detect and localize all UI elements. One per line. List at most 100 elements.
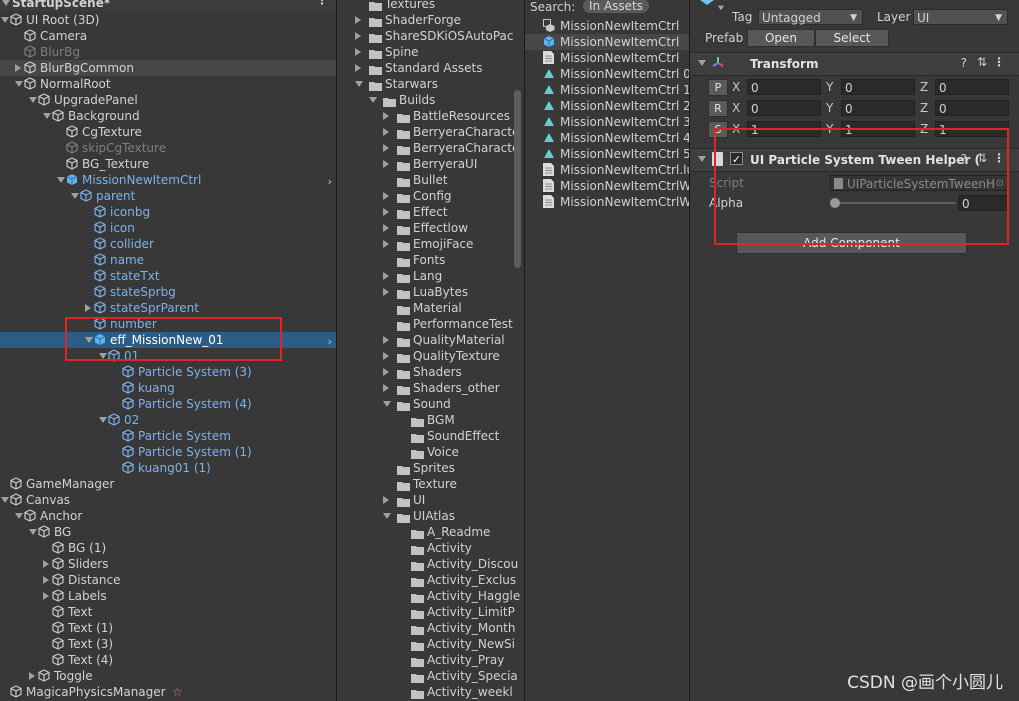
- expand-right-icon[interactable]: [43, 560, 49, 568]
- hierarchy-row[interactable]: MissionNewItemCtrl ›: [0, 172, 336, 188]
- hierarchy-row[interactable]: BG_Texture: [0, 156, 336, 172]
- hierarchy-row[interactable]: Particle System (1): [0, 444, 336, 460]
- expand-down-icon[interactable]: [1, 17, 9, 23]
- expand-down-icon[interactable]: [29, 97, 37, 103]
- hierarchy-row[interactable]: Sliders: [0, 556, 336, 572]
- folder-row[interactable]: Activity_Month: [337, 620, 524, 636]
- expand-right-icon[interactable]: [15, 64, 21, 72]
- hierarchy-row[interactable]: Toggle: [0, 668, 336, 684]
- hierarchy-row[interactable]: BG: [0, 524, 336, 540]
- asset-row[interactable]: MissionNewItemCtrl 2: [525, 98, 689, 114]
- expand-down-icon[interactable]: [43, 113, 51, 119]
- folder-row[interactable]: Voice: [337, 444, 524, 460]
- hierarchy-row[interactable]: kuang: [0, 380, 336, 396]
- expand-right-icon[interactable]: [43, 576, 49, 584]
- transform-y-field[interactable]: 0: [841, 79, 915, 95]
- hierarchy-row[interactable]: Text (3): [0, 636, 336, 652]
- hierarchy-row[interactable]: parent: [0, 188, 336, 204]
- asset-row[interactable]: MissionNewItemCtrlWi: [525, 178, 689, 194]
- expand-down-icon[interactable]: [71, 193, 79, 199]
- transform-z-field[interactable]: 0: [935, 100, 1009, 116]
- folder-row[interactable]: Activity_Pray: [337, 652, 524, 668]
- asset-row[interactable]: MissionNewItemCtrl 0: [525, 66, 689, 82]
- hierarchy-row[interactable]: Canvas: [0, 492, 336, 508]
- hierarchy-row[interactable]: Labels: [0, 588, 336, 604]
- help-icon[interactable]: ?: [961, 56, 967, 70]
- hierarchy-row[interactable]: BlurBgCommon: [0, 60, 336, 76]
- expand-right-icon[interactable]: [355, 32, 361, 40]
- expand-right-icon[interactable]: [85, 304, 91, 312]
- icon-dropdown-icon[interactable]: [717, 5, 725, 11]
- hierarchy-row[interactable]: Anchor: [0, 508, 336, 524]
- hierarchy-row[interactable]: NormalRoot: [0, 76, 336, 92]
- transform-mode-button[interactable]: P: [708, 79, 728, 96]
- folder-scrollbar[interactable]: [514, 90, 521, 268]
- expand-right-icon[interactable]: [29, 672, 35, 680]
- transform-z-field[interactable]: 0: [935, 79, 1009, 95]
- folder-row[interactable]: EmojiFace: [337, 236, 524, 252]
- folder-row[interactable]: UIAtlas: [337, 508, 524, 524]
- expand-down-icon[interactable]: [383, 401, 391, 407]
- hierarchy-row[interactable]: Particle System: [0, 428, 336, 444]
- asset-row[interactable]: MissionNewItemCtrl: [525, 50, 689, 66]
- folder-row[interactable]: Effectlow: [337, 220, 524, 236]
- expand-right-icon[interactable]: [383, 240, 389, 248]
- folder-row[interactable]: SoundEffect: [337, 428, 524, 444]
- folder-row[interactable]: Bullet: [337, 172, 524, 188]
- folder-row[interactable]: Sprites: [337, 460, 524, 476]
- folder-row[interactable]: Shaders: [337, 364, 524, 380]
- folder-row[interactable]: BerryeraCharacte: [337, 124, 524, 140]
- hierarchy-row[interactable]: stateSprbg: [0, 284, 336, 300]
- expand-right-icon[interactable]: [43, 592, 49, 600]
- hierarchy-row[interactable]: name: [0, 252, 336, 268]
- folder-row[interactable]: Material: [337, 300, 524, 316]
- asset-row[interactable]: MissionNewItemCtrl 4: [525, 130, 689, 146]
- hierarchy-row[interactable]: Camera: [0, 28, 336, 44]
- hierarchy-row[interactable]: skipCgTexture: [0, 140, 336, 156]
- asset-row[interactable]: MissionNewItemCtrl 5: [525, 146, 689, 162]
- folder-row[interactable]: LuaBytes: [337, 284, 524, 300]
- expand-down-icon[interactable]: [57, 177, 65, 183]
- expand-down-icon[interactable]: [369, 97, 377, 103]
- expand-right-icon[interactable]: [383, 384, 389, 392]
- expand-down-icon[interactable]: [15, 81, 23, 87]
- folder-row[interactable]: Fonts: [337, 252, 524, 268]
- folder-row[interactable]: Activity: [337, 540, 524, 556]
- expand-right-icon[interactable]: [383, 336, 389, 344]
- hierarchy-row[interactable]: 02: [0, 412, 336, 428]
- expand-right-icon[interactable]: [383, 128, 389, 136]
- folder-row[interactable]: Activity_NewSi: [337, 636, 524, 652]
- expand-right-icon[interactable]: [383, 192, 389, 200]
- expand-right-icon[interactable]: [383, 208, 389, 216]
- folder-row[interactable]: BerryeraUI: [337, 156, 524, 172]
- hierarchy-row[interactable]: UI Root (3D): [0, 12, 336, 28]
- prefab-open-button[interactable]: Open: [747, 29, 815, 47]
- hierarchy-row[interactable]: Text (4): [0, 652, 336, 668]
- transform-menu-icon[interactable]: ⋮: [993, 55, 1005, 69]
- folder-row[interactable]: ShareSDKiOSAutoPac: [337, 28, 524, 44]
- expand-down-icon[interactable]: [1, 497, 9, 503]
- preset-icon[interactable]: ⇅: [977, 55, 987, 69]
- search-scope-chip[interactable]: In Assets: [583, 0, 650, 13]
- expand-right-icon[interactable]: [383, 144, 389, 152]
- expand-right-icon[interactable]: [355, 64, 361, 72]
- folder-row[interactable]: Activity_Discou: [337, 556, 524, 572]
- hierarchy-row[interactable]: icon: [0, 220, 336, 236]
- hierarchy-row[interactable]: Particle System (4): [0, 396, 336, 412]
- folder-row[interactable]: UI: [337, 492, 524, 508]
- expand-right-icon[interactable]: [383, 352, 389, 360]
- expand-right-icon[interactable]: [383, 368, 389, 376]
- folder-row[interactable]: Starwars: [337, 76, 524, 92]
- hierarchy-row[interactable]: collider: [0, 236, 336, 252]
- folder-row[interactable]: Shaders_other: [337, 380, 524, 396]
- hierarchy-row[interactable]: Background: [0, 108, 336, 124]
- transform-x-field[interactable]: 0: [747, 79, 821, 95]
- folder-row[interactable]: Textures: [337, 0, 524, 12]
- folder-row[interactable]: Activity_Specia: [337, 668, 524, 684]
- hierarchy-row[interactable]: UpgradePanel: [0, 92, 336, 108]
- asset-row[interactable]: MissionNewItemCtrl 1: [525, 82, 689, 98]
- folder-row[interactable]: QualityTexture: [337, 348, 524, 364]
- transform-x-field[interactable]: 0: [747, 100, 821, 116]
- folder-row[interactable]: A_Readme: [337, 524, 524, 540]
- scene-menu-icon[interactable]: ⋮: [316, 0, 328, 8]
